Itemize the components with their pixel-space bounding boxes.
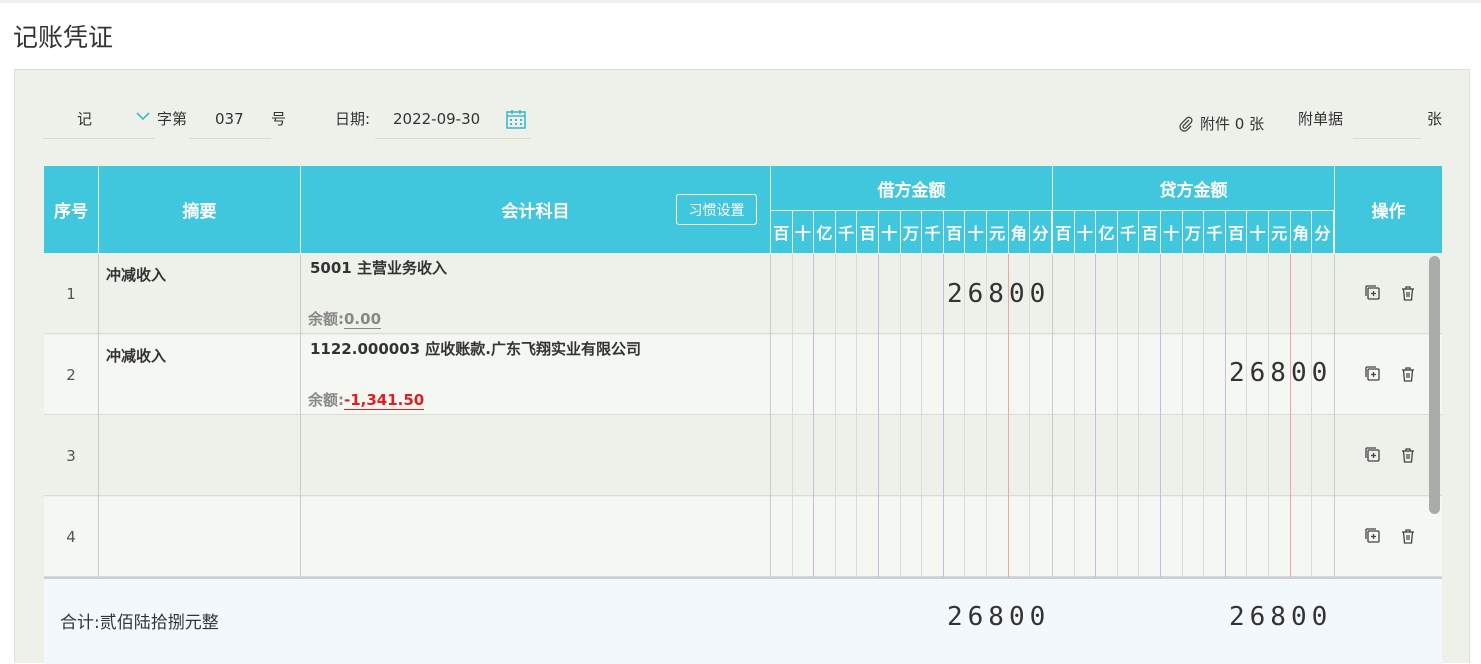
row-summary[interactable]: 冲减收入: [106, 264, 166, 285]
unit-header: 千: [835, 211, 857, 253]
row-balance: 余额:-1,341.50: [308, 389, 425, 410]
balance-value[interactable]: -1,341.50: [344, 391, 425, 410]
trash-icon[interactable]: [1399, 284, 1417, 302]
attachments-link[interactable]: 附件 0 张: [1178, 108, 1264, 140]
unit-header: 百: [771, 211, 792, 253]
unit-header: 十: [965, 211, 986, 253]
table-row: [44, 254, 1442, 334]
habit-settings-button[interactable]: 习惯设置: [676, 194, 757, 225]
balance-value[interactable]: 0.00: [344, 310, 382, 329]
unit-header: 百: [857, 211, 878, 253]
top-divider: [0, 0, 1481, 3]
row-account[interactable]: 1122.000003 应收账款.广东飞翔实业有限公司: [310, 338, 641, 359]
unit-header: 千: [1117, 211, 1139, 253]
hao-label: 号: [271, 110, 287, 128]
table-row: [44, 497, 1442, 577]
scrollbar-thumb[interactable]: [1429, 256, 1440, 514]
unit-header: 元: [987, 211, 1008, 253]
unit-header: 百: [1053, 211, 1074, 253]
unit-header: 分: [1312, 211, 1333, 253]
voucher-number-underline: [189, 138, 271, 139]
copy-add-icon[interactable]: [1364, 527, 1382, 545]
row-actions: [1364, 365, 1417, 383]
debit-amount[interactable]: 26800: [947, 279, 1050, 309]
row-seq: 2: [66, 366, 76, 384]
date-input[interactable]: 2022-09-30: [393, 108, 480, 140]
unit-header: 千: [922, 211, 943, 253]
row-seq: 3: [66, 447, 76, 465]
row-summary[interactable]: 冲减收入: [106, 345, 166, 366]
trash-icon[interactable]: [1399, 365, 1417, 383]
balance-label: 余额:: [308, 310, 344, 328]
unit-header: 万: [1182, 211, 1204, 253]
header-debit: 借方金额: [771, 166, 1052, 210]
row-actions: [1364, 284, 1417, 302]
row-actions: [1364, 527, 1417, 545]
voucher-grid: 序号 摘要 会计科目 习惯设置 借方金额 贷方金额 操作 百十亿千百十万千百十元…: [44, 166, 1442, 664]
trash-icon[interactable]: [1399, 527, 1417, 545]
copy-add-icon[interactable]: [1364, 446, 1382, 464]
header-summary: 摘要: [99, 166, 300, 253]
unit-header: 十: [1074, 211, 1096, 253]
unit-header: 万: [900, 211, 922, 253]
header-ops: 操作: [1335, 166, 1442, 253]
unit-header: 十: [1161, 211, 1182, 253]
attached-docs-label: 附单据: [1298, 110, 1344, 128]
total-label: 合计:贰佰陆拾捌元整: [60, 613, 219, 633]
total-debit: 26800: [947, 602, 1051, 632]
unit-header: 亿: [814, 211, 835, 253]
page-title: 记账凭证: [13, 23, 114, 52]
attachments-label: 附件 0 张: [1200, 115, 1265, 133]
unit-header: 十: [879, 211, 900, 253]
row-seq: 4: [66, 528, 76, 546]
table-row: [44, 416, 1442, 496]
chevron-down-icon[interactable]: [135, 108, 151, 140]
voucher-number-input[interactable]: 037: [215, 108, 244, 140]
voucher-panel: 记 字第 037 号 日期: 2022-09-30 附件 0 张 附单据 张 序…: [14, 69, 1470, 664]
zhang-label: 张: [1427, 110, 1443, 128]
date-label: 日期:: [335, 110, 371, 128]
unit-header: 角: [1008, 211, 1030, 253]
credit-amount[interactable]: 26800: [1229, 358, 1332, 388]
unit-header: 分: [1030, 211, 1051, 253]
voucher-header: 记 字第 037 号 日期: 2022-09-30 附件 0 张 附单据 张: [15, 70, 1469, 160]
row-balance: 余额:0.00: [308, 308, 382, 329]
header-credit: 贷方金额: [1053, 166, 1334, 210]
unit-header: 亿: [1096, 211, 1117, 253]
attached-docs-underline: [1353, 138, 1421, 139]
total-credit: 26800: [1229, 602, 1333, 632]
unit-header: 千: [1204, 211, 1225, 253]
voucher-type-underline: [43, 138, 155, 139]
zi-di-label: 字第: [157, 110, 188, 128]
row-actions: [1364, 446, 1417, 464]
unit-header: 百: [1225, 211, 1247, 253]
unit-header: 十: [792, 211, 814, 253]
calendar-icon[interactable]: [505, 108, 527, 140]
paperclip-icon: [1179, 116, 1193, 132]
copy-add-icon[interactable]: [1364, 284, 1382, 302]
row-account[interactable]: 5001 主营业务收入: [310, 257, 447, 278]
trash-icon[interactable]: [1399, 446, 1417, 464]
voucher-type-select[interactable]: 记: [77, 108, 92, 140]
unit-header: 百: [943, 211, 965, 253]
header-seq: 序号: [44, 166, 98, 253]
date-underline: [375, 138, 531, 139]
unit-header: 元: [1269, 211, 1290, 253]
balance-label: 余额:: [308, 391, 344, 409]
copy-add-icon[interactable]: [1364, 365, 1382, 383]
unit-header: 角: [1290, 211, 1312, 253]
row-seq: 1: [66, 285, 76, 303]
unit-header: 十: [1247, 211, 1268, 253]
unit-header: 百: [1139, 211, 1160, 253]
